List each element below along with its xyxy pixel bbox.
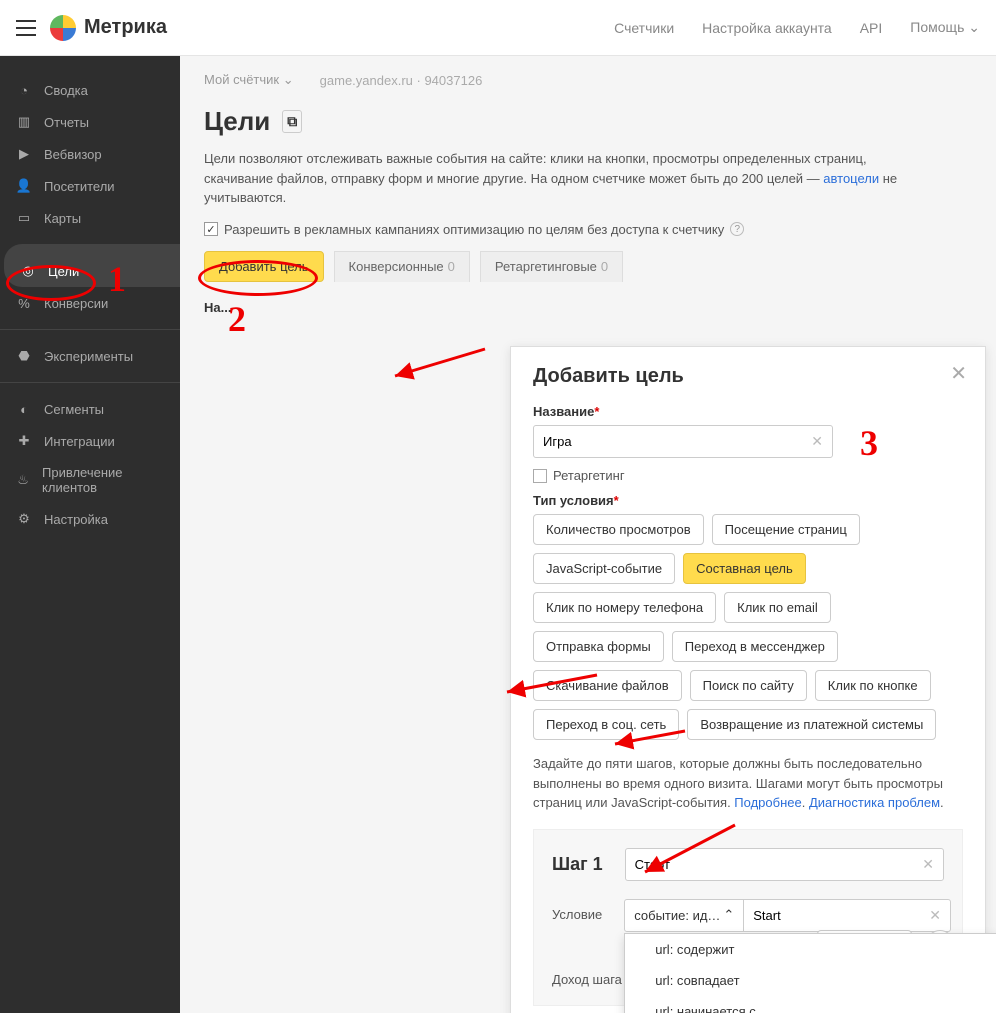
close-icon[interactable]: ✕ [950, 361, 967, 386]
type-phone[interactable]: Клик по номеру телефона [533, 592, 716, 623]
dd-url-matches[interactable]: url: совпадает [625, 965, 996, 996]
step-title: Шаг 1 [552, 854, 603, 875]
type-label: Тип условия* [533, 493, 963, 508]
sidebar-summary[interactable]: ◔Сводка [0, 74, 180, 106]
type-messenger[interactable]: Переход в мессенджер [672, 631, 838, 662]
autogoals-link[interactable]: автоцели [823, 171, 879, 186]
target-icon: ◎ [20, 263, 36, 279]
type-payment[interactable]: Возвращение из платежной системы [687, 709, 936, 740]
help-text: Задайте до пяти шагов, которые должны бы… [533, 754, 963, 813]
type-email[interactable]: Клик по email [724, 592, 831, 623]
add-goal-modal: ✕ Добавить цель Название* ✕ Ретаргетинг … [510, 346, 986, 1013]
logo[interactable]: Метрика [50, 15, 167, 41]
type-pages[interactable]: Посещение страниц [712, 514, 860, 545]
tabs: Добавить цель Конверсионные0 Ретаргетинг… [180, 251, 996, 282]
gear-icon: ⚙ [16, 511, 32, 527]
logo-icon [50, 15, 76, 41]
nav-help[interactable]: Помощь ⌄ [910, 19, 980, 36]
logo-text: Метрика [84, 16, 167, 39]
nav-counters[interactable]: Счетчики [614, 20, 674, 36]
chevron-up-icon: ⌃ [723, 907, 734, 923]
page-title: Цели ⧉ [180, 98, 996, 149]
counter-selector[interactable]: Мой счётчик ⌄ [204, 72, 294, 88]
map-icon: ▭ [16, 210, 32, 226]
sidebar-settings[interactable]: ⚙Настройка [0, 503, 180, 535]
percent-icon: % [16, 295, 32, 311]
checkbox-icon[interactable] [533, 469, 547, 483]
play-icon: ▶ [16, 146, 32, 162]
clear-icon[interactable]: ✕ [929, 907, 941, 924]
person-icon: 👤 [16, 178, 32, 194]
nav-account[interactable]: Настройка аккаунта [702, 20, 832, 36]
nav-api[interactable]: API [860, 20, 883, 36]
page-description: Цели позволяют отслеживать важные событи… [180, 149, 960, 218]
type-js[interactable]: JavaScript-событие [533, 553, 675, 584]
sidebar: ◔Сводка ▥Отчеты ▶Вебвизор 👤Посетители ▭К… [0, 56, 180, 1013]
tab-retargeting[interactable]: Ретаргетинговые0 [480, 251, 623, 282]
sidebar-experiments[interactable]: ⬣Эксперименты [0, 329, 180, 372]
dd-url-starts[interactable]: url: начинается с [625, 996, 996, 1013]
type-search[interactable]: Поиск по сайту [690, 670, 807, 701]
retargeting-checkbox[interactable]: Ретаргетинг [533, 468, 963, 483]
clear-icon[interactable]: ✕ [811, 433, 823, 450]
sidebar-segments[interactable]: ◐Сегменты [0, 382, 180, 425]
gauge-icon: ◔ [16, 82, 32, 98]
step-name-input[interactable] [635, 857, 923, 872]
name-input-wrapper: ✕ [533, 425, 833, 458]
name-input[interactable] [543, 434, 811, 449]
breadcrumb: Мой счётчик ⌄ game.yandex.ru · 94037126 [180, 56, 996, 98]
chevron-down-icon: ⌄ [968, 19, 980, 35]
type-download[interactable]: Скачивание файлов [533, 670, 682, 701]
step-1: Шаг 1 ✕ Условие событие: ид… ⌃ [533, 829, 963, 1006]
condition-types: Количество просмотров Посещение страниц … [533, 514, 963, 740]
tab-conversions[interactable]: Конверсионные0 [334, 251, 470, 282]
type-button[interactable]: Клик по кнопке [815, 670, 931, 701]
modal-title: Добавить цель [533, 365, 963, 388]
add-goal-button[interactable]: Добавить цель [204, 251, 324, 282]
fire-icon: ♨ [16, 472, 30, 488]
flask-icon: ⬣ [16, 348, 32, 364]
sidebar-visitors[interactable]: 👤Посетители [0, 170, 180, 202]
diagnostics-link[interactable]: Диагностика проблем [809, 795, 940, 810]
help-icon[interactable]: ? [730, 222, 744, 236]
burger-icon[interactable] [16, 20, 36, 36]
clear-icon[interactable]: ✕ [922, 856, 934, 873]
sidebar-conversions[interactable]: %Конверсии [0, 287, 180, 319]
main: Мой счётчик ⌄ game.yandex.ru · 94037126 … [180, 56, 996, 1013]
header: Метрика Счетчики Настройка аккаунта API … [0, 0, 996, 56]
step-name-input-wrapper: ✕ [625, 848, 944, 881]
sidebar-webvisor[interactable]: ▶Вебвизор [0, 138, 180, 170]
top-nav: Счетчики Настройка аккаунта API Помощь ⌄ [614, 19, 980, 36]
sidebar-integrations[interactable]: ✚Интеграции [0, 425, 180, 457]
sidebar-maps[interactable]: ▭Карты [0, 202, 180, 234]
bars-icon: ▥ [16, 114, 32, 130]
condition-dropdown-menu: url: содержит url: совпадает url: начина… [624, 933, 996, 1013]
ad-optimization-checkbox-row[interactable]: ✓ Разрешить в рекламных кампаниях оптими… [180, 218, 996, 251]
type-composite[interactable]: Составная цель [683, 553, 806, 584]
puzzle-icon: ✚ [16, 433, 32, 449]
condition-type-dropdown[interactable]: событие: ид… ⌃ [624, 899, 744, 932]
condition-value-input[interactable] [753, 908, 929, 923]
sidebar-reports[interactable]: ▥Отчеты [0, 106, 180, 138]
sidebar-goals[interactable]: ◎Цели [4, 244, 180, 287]
condition-value-wrapper: ✕ [744, 899, 951, 932]
dd-url-contains[interactable]: url: содержит [625, 934, 996, 965]
condition-label: Условие [552, 899, 602, 922]
sidebar-acquisition[interactable]: ♨Привлечение клиентов [0, 457, 180, 503]
chevron-down-icon: ⌄ [283, 72, 294, 87]
book-icon[interactable]: ⧉ [282, 110, 302, 133]
counter-domain: game.yandex.ru · 94037126 [320, 73, 483, 88]
type-form[interactable]: Отправка формы [533, 631, 664, 662]
table-header-name: На... [180, 282, 996, 315]
name-label: Название* [533, 404, 963, 419]
checkbox-icon[interactable]: ✓ [204, 222, 218, 236]
type-social[interactable]: Переход в соц. сеть [533, 709, 679, 740]
more-link[interactable]: Подробнее [734, 795, 801, 810]
pie-icon: ◐ [16, 401, 32, 417]
type-views[interactable]: Количество просмотров [533, 514, 704, 545]
